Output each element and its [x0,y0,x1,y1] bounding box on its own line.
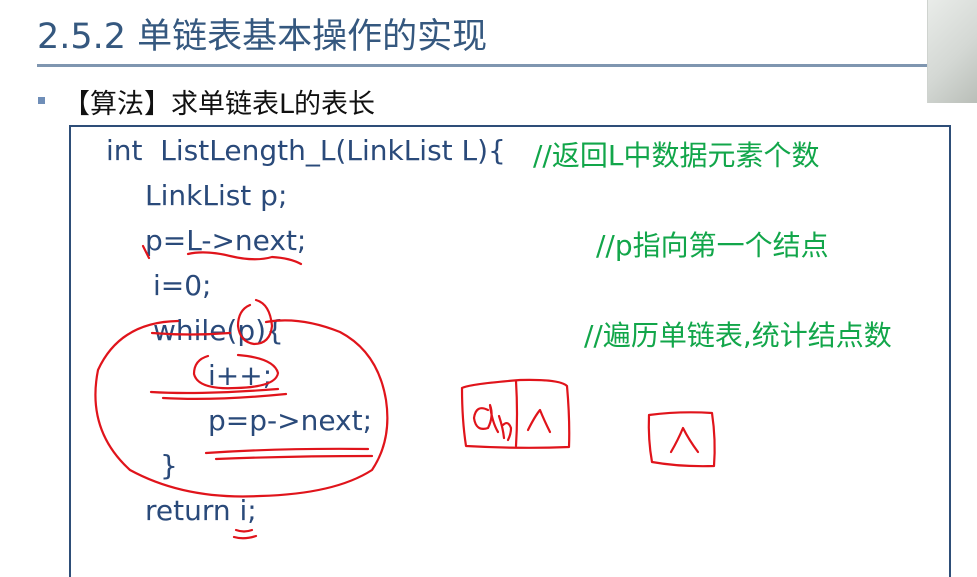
code-line-declare-p: LinkList p; [145,179,288,212]
title-underline [37,64,977,67]
bullet-marker [38,97,45,104]
code-line-assign-p: p=L->next; [145,224,307,257]
comment-return-length: //返回L中数据元素个数 [533,139,820,172]
code-line-increment: i++; [208,359,273,392]
code-line-while: while(p){ [153,314,284,347]
comment-first-node: //p指向第一个结点 [596,229,829,262]
webcam-overlay [927,0,977,103]
code-line-advance-p: p=p->next; [208,404,373,437]
code-line-return: return i; [145,494,257,527]
code-line-signature: int ListLength_L(LinkList L){ [106,134,506,167]
algorithm-heading: 【算法】求单链表L的表长 [63,89,376,120]
code-line-close-brace: } [160,449,178,482]
slide-title: 2.5.2 单链表基本操作的实现 [37,17,488,57]
code-line-init-i: i=0; [153,269,212,302]
comment-traverse: //遍历单链表,统计结点数 [584,319,892,352]
slide: 2.5.2 单链表基本操作的实现 【算法】求单链表L的表长 int ListLe… [0,0,977,577]
